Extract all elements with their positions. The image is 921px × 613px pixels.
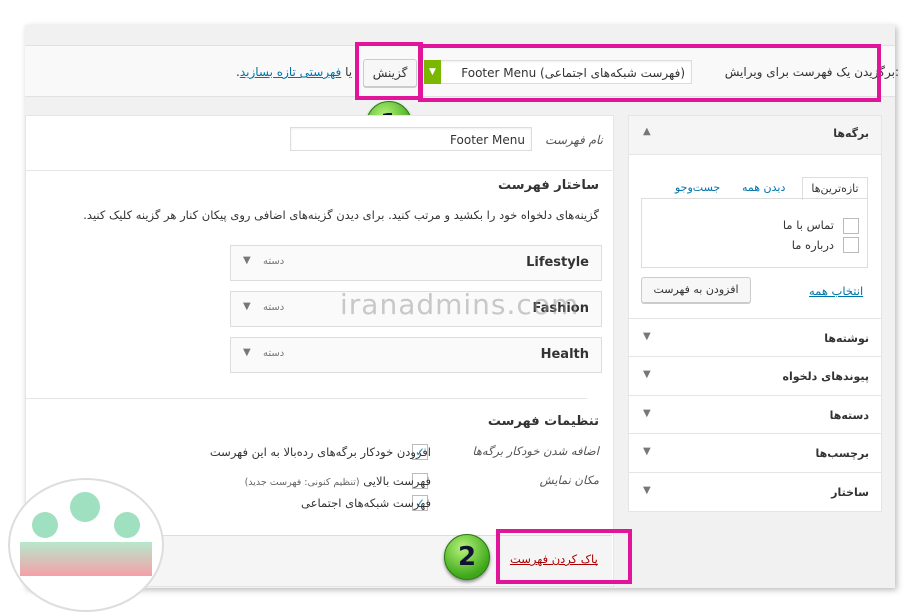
watermark: iranadmins.com	[340, 288, 580, 321]
section-formats[interactable]: ساختار ▼	[629, 472, 881, 511]
or-text: یا	[345, 65, 353, 79]
pages-list	[641, 198, 868, 268]
section-posts[interactable]: نوشته‌ها ▼	[629, 318, 881, 357]
item-type: دسته	[263, 256, 285, 267]
section-title: ساختار	[831, 486, 869, 499]
chevron-down-icon[interactable]: ▼	[643, 446, 651, 457]
section-title: نوشته‌ها	[824, 332, 869, 345]
location-option-top: فهرست بالایی (تنظیم کنونی: فهرست جدید)	[245, 474, 431, 488]
create-new-menu-link[interactable]: فهرستی تازه بسازید	[240, 65, 341, 79]
chevron-down-icon[interactable]: ▼	[243, 301, 251, 312]
menu-item-lifestyle[interactable]: Lifestyle دسته ▼	[230, 245, 602, 281]
item-title: Health	[540, 347, 589, 362]
section-title: دسته‌ها	[829, 409, 869, 422]
chevron-down-icon[interactable]: ▼	[243, 347, 251, 358]
section-title: برچسب‌ها	[815, 447, 870, 460]
section-categories[interactable]: دسته‌ها ▼	[629, 395, 881, 434]
page-checkbox-contact[interactable]	[843, 218, 859, 234]
menu-name-value: Footer Menu	[450, 133, 525, 147]
tab-search[interactable]: جست‌وجو	[675, 181, 720, 194]
section-title: پیوندهای دلخواه	[782, 370, 869, 383]
tab-view-all[interactable]: دیدن همه	[742, 181, 785, 194]
select-all-link[interactable]: انتخاب همه	[809, 284, 863, 298]
page-checkbox-about[interactable]	[843, 237, 859, 253]
location-social-label: فهرست شبکه‌های اجتماعی	[301, 496, 431, 510]
item-type: دسته	[263, 302, 285, 313]
location-top-note: (تنظیم کنونی: فهرست جدید)	[244, 477, 360, 488]
section-custom-links[interactable]: پیوندهای دلخواه ▼	[629, 356, 881, 395]
highlight-box-select	[418, 44, 881, 102]
section-tags[interactable]: برچسب‌ها ▼	[629, 433, 881, 472]
auto-add-label: اضافه شدن خودکار برگه‌ها	[472, 444, 599, 458]
highlight-box-delete	[496, 529, 632, 584]
auto-add-option: افزودن خودکار برگه‌های رده‌بالا به این ف…	[209, 445, 431, 459]
chevron-down-icon[interactable]: ▼	[243, 255, 251, 266]
site-logo	[8, 478, 164, 612]
chevron-up-icon[interactable]: ▲	[643, 126, 651, 137]
chevron-down-icon[interactable]: ▼	[643, 485, 651, 496]
tab-most-recent[interactable]: تازه‌ترین‌ها	[802, 177, 868, 200]
add-to-menu-button[interactable]: افزودن به فهرست	[641, 277, 751, 303]
page-label-about: درباره ما	[791, 238, 834, 252]
settings-title: تنظیمات فهرست	[487, 414, 599, 429]
item-type: دسته	[263, 348, 285, 359]
menu-name-input[interactable]: Footer Menu	[290, 127, 532, 151]
pages-section-title: برگه‌ها	[833, 127, 869, 140]
chevron-down-icon[interactable]: ▼	[643, 369, 651, 380]
menu-item-health[interactable]: Health دسته ▼	[230, 337, 602, 373]
structure-title: ساختار فهرست	[498, 178, 599, 193]
chevron-down-icon[interactable]: ▼	[643, 331, 651, 342]
menu-name-label: نام فهرست	[545, 133, 603, 147]
step-badge-2: 2	[444, 534, 490, 580]
item-title: Lifestyle	[526, 255, 589, 270]
location-label: مکان نمایش	[539, 473, 599, 487]
chevron-down-icon[interactable]: ▼	[643, 408, 651, 419]
highlight-box-button	[355, 42, 423, 100]
page-label-contact: تماس با ما	[782, 218, 834, 232]
divider	[25, 398, 587, 399]
location-top-label: فهرست بالایی	[363, 474, 431, 488]
pages-section-header[interactable]: برگه‌ها ▲	[629, 116, 881, 155]
structure-description: گزینه‌های دلخواه خود را بکشید و مرتب کنی…	[83, 208, 599, 222]
